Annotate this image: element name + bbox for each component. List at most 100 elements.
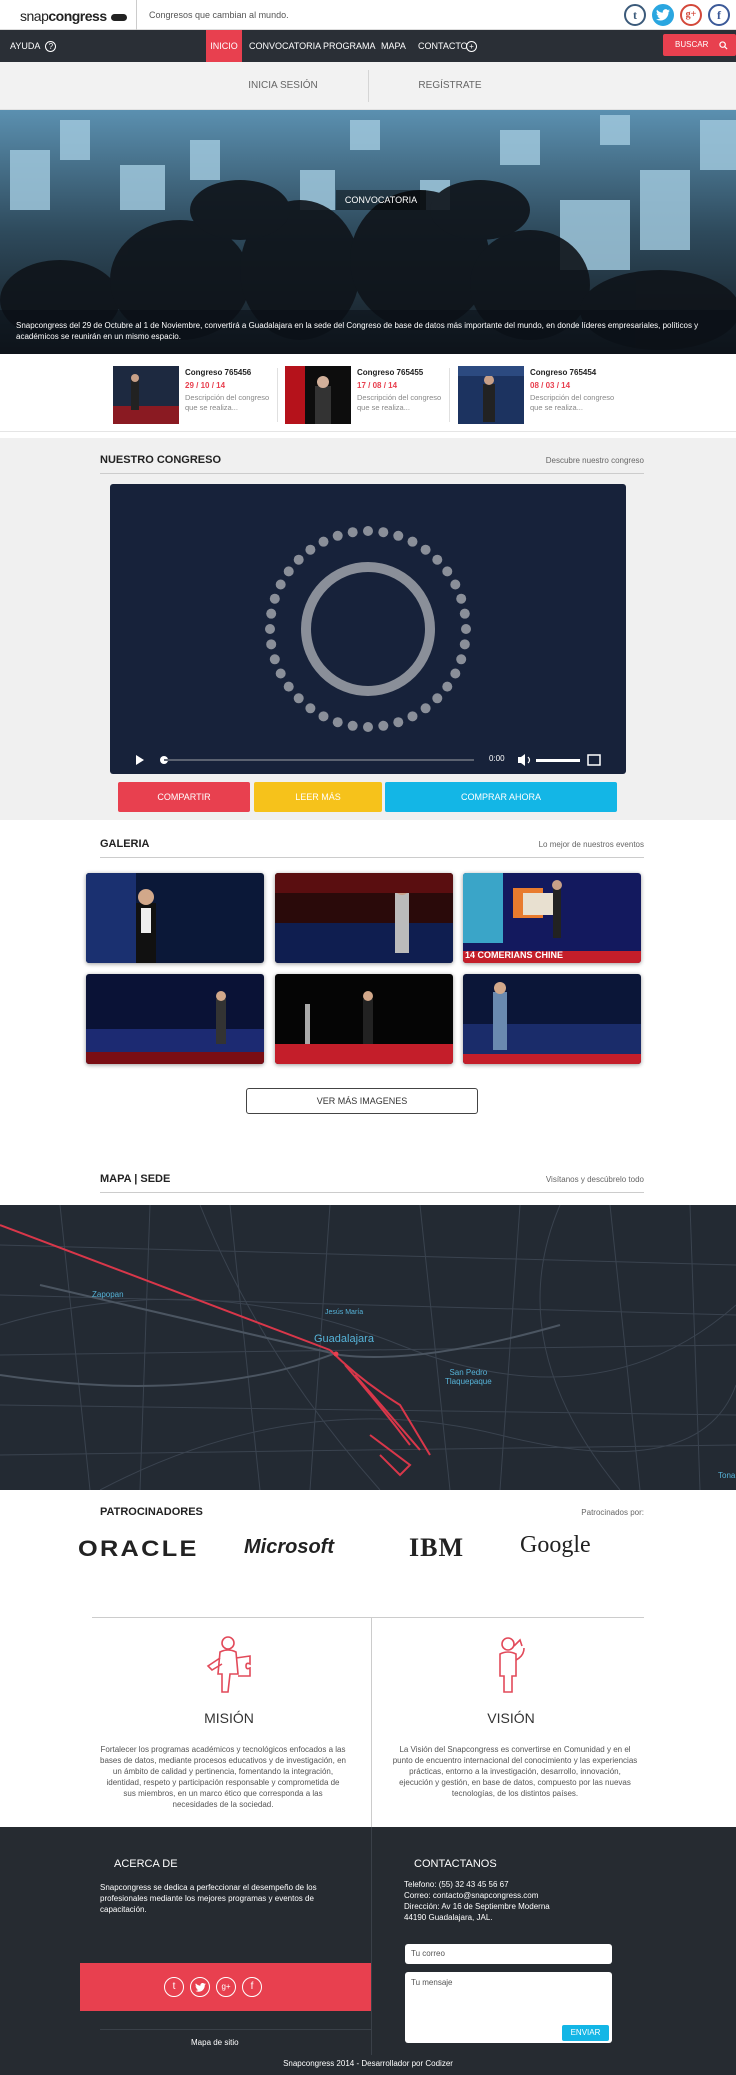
loader-dot (432, 554, 443, 565)
gallery-image[interactable] (86, 974, 264, 1064)
twitter-icon[interactable] (190, 1977, 210, 1997)
video-player[interactable]: 0:00 (110, 484, 626, 774)
news-thumbnail (113, 366, 179, 424)
map-label-zapopan: Zapopan (92, 1290, 124, 1299)
cloud-icon (110, 13, 127, 21)
about-title: ACERCA DE (114, 1858, 178, 1870)
loader-dot (265, 624, 275, 634)
map-label-line: Tlaquepaque (445, 1377, 492, 1386)
loader-dot (318, 536, 329, 547)
top-bar: snapcongress Congresos que cambian al mu… (0, 0, 736, 30)
buy-now-button[interactable]: COMPRAR AHORA (385, 782, 617, 812)
volume-icon[interactable] (518, 754, 525, 766)
sitemap-link[interactable]: Mapa de sitio (191, 2037, 239, 2048)
play-icon[interactable] (136, 755, 144, 765)
news-strip: Congreso 765456 29 / 10 / 14 Descripción… (0, 354, 736, 432)
facebook-icon[interactable]: f (708, 4, 730, 26)
divider (92, 1617, 644, 1618)
plus-icon[interactable]: + (466, 30, 477, 62)
microsoft-logo[interactable]: Microsoft (244, 1536, 334, 1559)
progress-track[interactable] (164, 759, 474, 761)
loader-dot (420, 544, 431, 555)
twitter-icon[interactable] (652, 4, 674, 26)
news-card[interactable]: Congreso 765455 17 / 08 / 14 Descripción… (285, 366, 451, 424)
news-card[interactable]: Congreso 765456 29 / 10 / 14 Descripción… (113, 366, 279, 424)
news-title: Congreso 765456 (185, 368, 252, 377)
vision-title: VISIÓN (487, 1710, 535, 1726)
tagline: Congresos que cambian al mundo. (136, 0, 289, 30)
section-subtitle: Lo mejor de nuestros eventos (538, 840, 644, 849)
about-text: Snapcongress se dedica a perfeccionar el… (100, 1883, 317, 1914)
nav-item-contacto[interactable]: CONTACTO (418, 30, 468, 62)
news-date: 29 / 10 / 14 (185, 381, 226, 390)
section-title: MAPA | SEDE (100, 1173, 171, 1185)
gallery-image[interactable] (275, 873, 453, 963)
loader-dot (269, 593, 280, 604)
read-more-button[interactable]: LEER MÁS (254, 782, 382, 812)
gallery-image[interactable]: 14 COMERIANS CHINE (463, 873, 641, 963)
sponsors-header: PATROCINADORES Patrocinados por: (100, 1500, 644, 1526)
nav-item-convocatoria[interactable]: CONVOCATORIA (249, 30, 321, 62)
loader-dot (283, 681, 294, 692)
volume-slider[interactable] (536, 759, 580, 762)
loader-dot (332, 717, 343, 728)
more-images-button[interactable]: VER MÁS IMAGENES (246, 1088, 478, 1114)
nav-item-programa[interactable]: PROGRAMA (323, 30, 376, 62)
section-subtitle: Patrocinados por: (581, 1508, 644, 1517)
loader-dot (459, 608, 470, 619)
share-button[interactable]: COMPARTIR (118, 782, 250, 812)
loader-dot (461, 624, 471, 634)
loader-dot (363, 526, 373, 536)
google-logo[interactable]: Google (520, 1532, 591, 1559)
search-button[interactable]: BUSCAR (663, 34, 736, 56)
email-field[interactable]: Tu correo (405, 1944, 612, 1964)
logo[interactable]: snapcongress (20, 8, 127, 24)
signin-button[interactable]: INICIA SESIÓN (213, 62, 353, 110)
gallery-image[interactable] (463, 974, 641, 1064)
gallery-image[interactable] (86, 873, 264, 963)
loader-dot (456, 593, 467, 604)
loader-dot (347, 527, 358, 538)
tumblr-icon[interactable]: t (624, 4, 646, 26)
googleplus-icon[interactable]: g+ (216, 1977, 236, 1997)
gallery-image[interactable] (275, 974, 453, 1064)
help-label: AYUDA (10, 41, 41, 51)
loader-dot (420, 703, 431, 714)
map-label-guadalajara: Guadalajara (314, 1333, 374, 1345)
nav-item-inicio[interactable]: INICIO (206, 30, 242, 62)
oracle-logo[interactable]: ORACLE (78, 1536, 199, 1562)
map[interactable]: Zapopan Jesús María Guadalajara San Pedr… (0, 1205, 736, 1490)
loader-dot (275, 668, 286, 679)
hero-banner: CONVOCATORIA Snapcongress del 29 de Octu… (0, 110, 736, 354)
ibm-logo-text: IBM (409, 1533, 464, 1562)
loader-dot (432, 693, 443, 704)
nav-item-mapa[interactable]: MAPA (381, 30, 406, 62)
mission-text: Fortalecer los programas académicos y te… (100, 1745, 346, 1809)
fullscreen-icon[interactable] (587, 754, 601, 766)
googleplus-icon[interactable]: g+ (680, 4, 702, 26)
send-button[interactable]: ENVIAR (562, 2025, 609, 2041)
ibm-logo[interactable]: IBM (409, 1533, 464, 1563)
contact-address-line2: 44190 Guadalajara, JAL. (404, 1913, 493, 1922)
facebook-icon[interactable]: f (242, 1977, 262, 1997)
copyright: Snapcongress 2014 - Desarrollador por Co… (283, 2059, 453, 2068)
section-subtitle[interactable]: Descubre nuestro congreso (546, 456, 644, 465)
hero-title: CONVOCATORIA (336, 190, 426, 210)
help-link[interactable]: AYUDA? (10, 30, 57, 62)
footer: ACERCA DE Snapcongress se dedica a perfe… (0, 1827, 736, 2075)
divider (371, 1617, 372, 1827)
loader-dot (347, 720, 358, 731)
share-label: COMPARTIR (157, 792, 211, 802)
divider (277, 368, 278, 422)
main-nav: AYUDA? INICIO CONVOCATORIA PROGRAMA MAPA… (0, 30, 736, 62)
signup-button[interactable]: REGÍSTRATE (380, 62, 520, 110)
thinking-person-icon (499, 1637, 525, 1693)
news-desc: Descripción del congreso que se realiza.… (530, 393, 615, 412)
news-card[interactable]: Congreso 765454 08 / 03 / 14 Descripción… (458, 366, 624, 424)
vision-text: La Visión del Snapcongress es convertirs… (392, 1745, 638, 1798)
news-thumbnail (285, 366, 351, 424)
search-icon (719, 41, 728, 50)
tumblr-icon[interactable]: t (164, 1977, 184, 1997)
map-label-san-pedro: San Pedro Tlaquepaque (445, 1368, 492, 1386)
video-frame (265, 526, 471, 732)
